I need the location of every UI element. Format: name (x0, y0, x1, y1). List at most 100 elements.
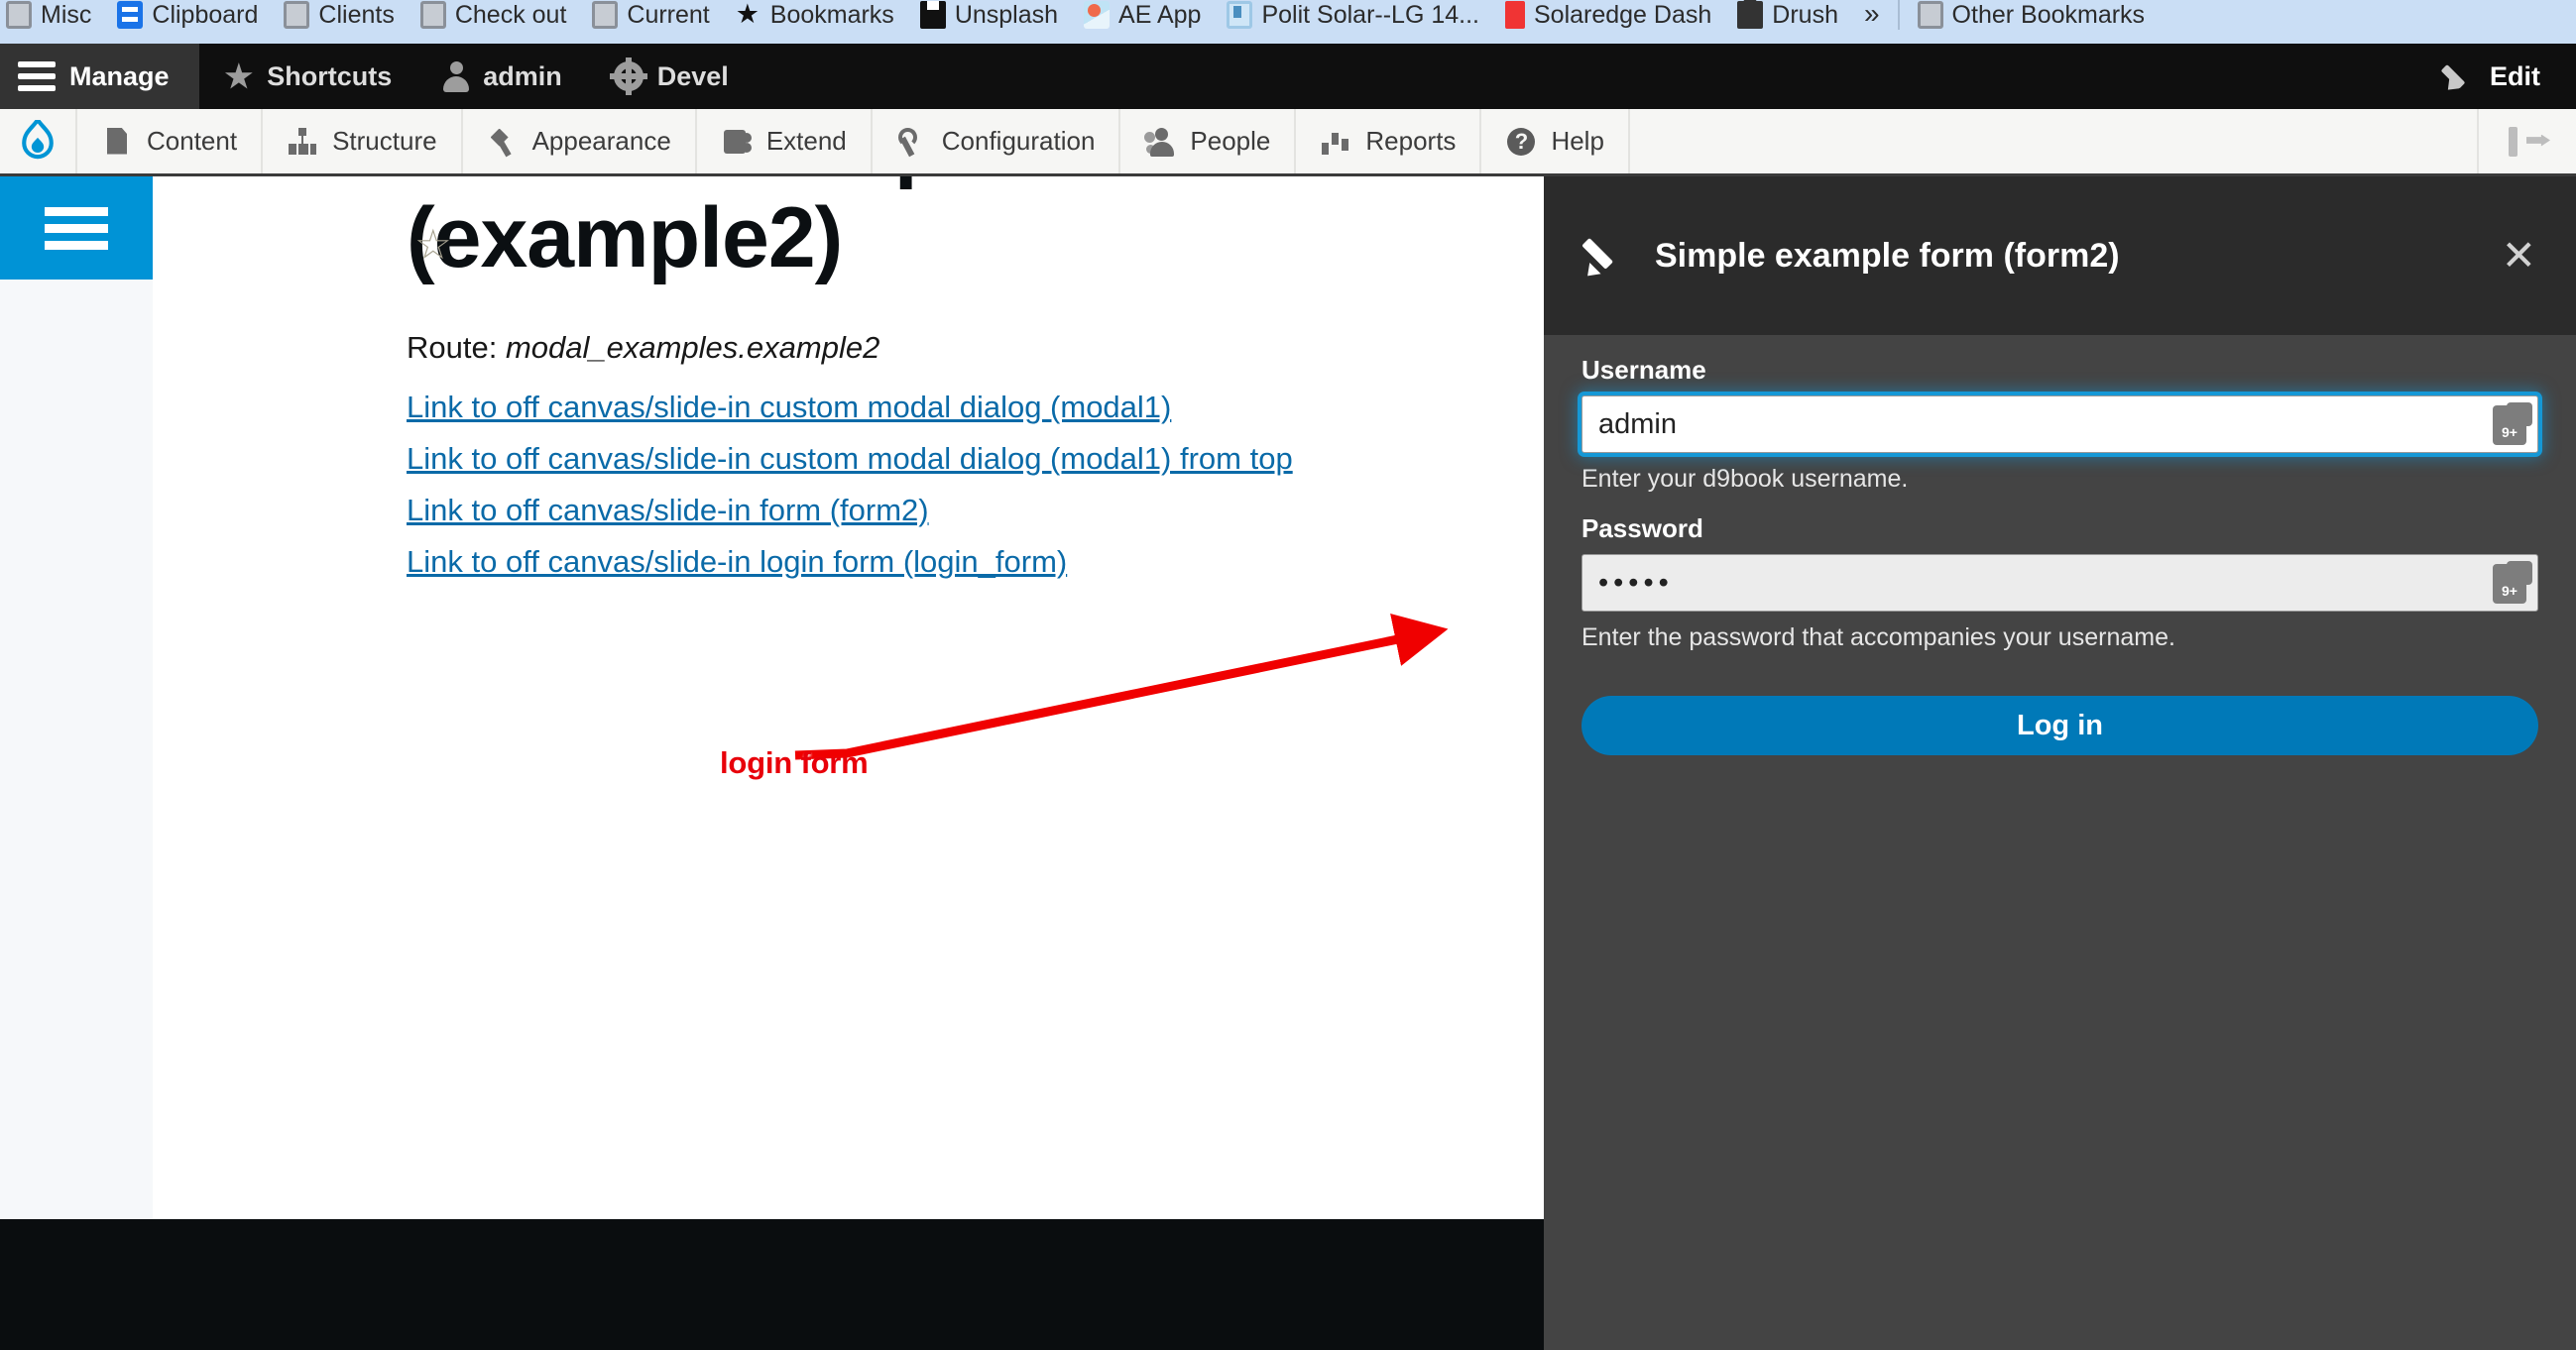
other-bookmarks-item[interactable]: Other Bookmarks (1917, 1, 2145, 37)
sidebar-menu-toggle[interactable] (0, 176, 153, 280)
bookmark-item[interactable]: Polit Solar--LG 14... (1227, 1, 1479, 37)
admin-menu-spacer (1630, 109, 2477, 173)
polit-solar-icon (1227, 1, 1253, 29)
link-modal1[interactable]: Link to off canvas/slide-in custom modal… (407, 385, 1299, 430)
star-icon: ★ (735, 0, 760, 29)
bookmarks-overflow-button[interactable]: » (1864, 0, 1880, 30)
toolbar-tab-manage[interactable]: Manage (0, 44, 199, 109)
main-content: Modal Examples (example2) ☆ Route: modal… (153, 176, 1544, 1219)
password-manager-icon[interactable]: 9+ (2493, 561, 2532, 604)
admin-menu-item-people[interactable]: People (1120, 109, 1297, 173)
bookmark-label: Polit Solar--LG 14... (1261, 0, 1479, 29)
link-login-form[interactable]: Link to off canvas/slide-in login form (… (407, 539, 1299, 585)
toolbar-edit-button[interactable]: Edit (2444, 44, 2576, 109)
bookmark-item[interactable]: Solaredge Dash (1504, 1, 1711, 37)
bookmark-item[interactable]: Current (592, 1, 710, 37)
bookmark-item[interactable]: AE App (1084, 1, 1201, 37)
bookmark-label: Bookmarks (769, 0, 894, 29)
toolbar-tab-account[interactable]: admin (417, 44, 588, 109)
close-icon[interactable]: ✕ (2502, 235, 2536, 277)
page-title: Modal Examples (example2) (407, 176, 1062, 286)
admin-menu-item-help[interactable]: ? Help (1481, 109, 1630, 173)
off-canvas-header: Simple example form (form2) ✕ (1544, 176, 2576, 335)
admin-menu-label: People (1190, 126, 1271, 156)
bookmark-item[interactable]: ★ Bookmarks (736, 1, 894, 37)
password-input[interactable] (1581, 554, 2538, 612)
bookmark-item[interactable]: Clients (284, 1, 395, 37)
admin-menu-item-structure[interactable]: Structure (263, 109, 463, 173)
bookmark-item[interactable]: Unsplash (919, 1, 1058, 37)
admin-menu-label: Configuration (941, 126, 1096, 156)
appearance-icon (487, 126, 519, 158)
bookmark-label: AE App (1118, 0, 1202, 29)
password-label: Password (1581, 513, 1703, 543)
bookmark-label: Clients (318, 0, 395, 29)
collapse-toolbar-button[interactable] (2477, 109, 2576, 173)
page-region: Modal Examples (example2) ☆ Route: modal… (0, 176, 1544, 1350)
people-icon (1144, 126, 1176, 158)
admin-menu-label: Content (147, 126, 238, 156)
page-icon (592, 1, 619, 29)
star-icon: ★ (224, 58, 254, 94)
toolbar-tab-manage-label: Manage (69, 60, 170, 91)
drupal-admin-toolbar: Manage ★ Shortcuts admin Devel Edit (0, 44, 2576, 109)
bookmarks-divider (1897, 0, 1900, 30)
login-button[interactable]: Log in (1581, 696, 2538, 755)
hamburger-icon (18, 61, 56, 91)
annotation-label: login form (720, 745, 869, 780)
admin-menu-label: Reports (1365, 126, 1457, 156)
drupal-admin-menu: Content Structure Appearance Extend Conf… (0, 109, 2576, 176)
solaredge-icon (1504, 1, 1525, 29)
toolbar-tab-shortcuts[interactable]: ★ Shortcuts (199, 44, 418, 109)
admin-menu-item-configuration[interactable]: Configuration (873, 109, 1121, 173)
collapse-toolbar-icon (2501, 125, 2554, 159)
bookmark-label: Check out (454, 0, 567, 29)
admin-menu-item-content[interactable]: Content (77, 109, 264, 173)
drush-icon (1737, 0, 1764, 29)
admin-menu-label: Structure (332, 126, 437, 156)
password-field-wrap: 9+ (1581, 554, 2538, 612)
bookmark-star-icon[interactable]: ☆ (414, 224, 452, 266)
left-sidebar-rail (0, 176, 153, 1219)
route-line: Route: modal_examples.example2 (407, 330, 879, 366)
pencil-icon (1581, 232, 1629, 280)
link-modal1-from-top[interactable]: Link to off canvas/slide-in custom modal… (407, 436, 1299, 482)
link-form2[interactable]: Link to off canvas/slide-in form (form2) (407, 488, 1299, 533)
admin-menu-item-appearance[interactable]: Appearance (463, 109, 697, 173)
bookmark-label: Unsplash (954, 0, 1059, 29)
toolbar-tab-account-label: admin (483, 60, 562, 91)
toolbar-tab-shortcuts-label: Shortcuts (267, 60, 393, 91)
toolbar-edit-label: Edit (2490, 60, 2540, 91)
toolbar-tab-devel-label: Devel (656, 60, 729, 91)
user-icon (443, 61, 470, 92)
admin-menu-label: Help (1551, 126, 1604, 156)
help-icon: ? (1505, 126, 1537, 158)
ae-app-icon (1084, 1, 1111, 29)
pencil-icon (2444, 61, 2474, 91)
reports-icon (1320, 126, 1351, 158)
admin-menu-label: Appearance (531, 126, 671, 156)
drupal-home-link[interactable] (0, 109, 77, 173)
bookmark-item[interactable]: Clipboard (117, 1, 258, 37)
off-canvas-title: Simple example form (form2) (1655, 236, 2120, 275)
page-icon (419, 1, 446, 29)
toolbar-tab-devel[interactable]: Devel (588, 44, 755, 109)
drupal-drop-icon (22, 119, 54, 159)
page-icon (6, 1, 32, 29)
route-value: modal_examples.example2 (505, 330, 880, 365)
username-field-wrap: 9+ (1581, 395, 2538, 453)
site-footer: Powered by Drupal (0, 1219, 1544, 1350)
configuration-icon (896, 126, 928, 158)
bookmark-item[interactable]: Check out (419, 1, 566, 37)
bookmark-item[interactable]: Drush (1737, 0, 1838, 37)
admin-menu-item-reports[interactable]: Reports (1296, 109, 1482, 173)
bookmark-label: Misc (41, 0, 92, 29)
bookmark-item[interactable]: Misc (6, 1, 91, 37)
admin-menu-item-extend[interactable]: Extend (697, 109, 873, 173)
off-canvas-body: Username 9+ Enter your d9book username. … (1544, 335, 2576, 1350)
bookmark-label: Current (627, 0, 710, 29)
password-manager-icon[interactable]: 9+ (2493, 402, 2532, 445)
page-icon (284, 1, 310, 29)
other-bookmarks-label: Other Bookmarks (1951, 0, 2146, 29)
username-input[interactable] (1581, 395, 2538, 453)
